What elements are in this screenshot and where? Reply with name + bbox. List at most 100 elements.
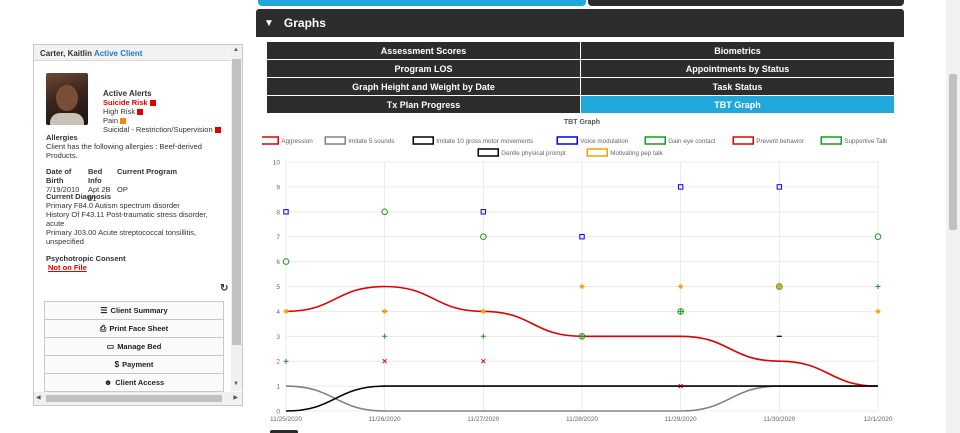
active-alerts: Active Alerts Suicide Risk High Risk Pain S… xyxy=(103,89,221,134)
legend-swatch-0 xyxy=(262,136,279,145)
program-label: Current Program xyxy=(117,167,178,176)
diagnosis-section: Current Diagnosis Primary F84.0 Autism s… xyxy=(46,192,226,246)
page-scroll-thumb[interactable] xyxy=(949,74,957,230)
client-panel-hscroll-thumb[interactable] xyxy=(46,395,222,402)
alert-flag-icon xyxy=(120,118,127,125)
tab-biometrics[interactable]: Biometrics xyxy=(581,42,894,59)
tbt-graph-chart: TBT Graph Aggression Imitate 5 sounds Imita… xyxy=(262,119,893,423)
tab-graph-height-and-weight-by-date[interactable]: Graph Height and Weight by Date xyxy=(267,78,580,95)
client-panel-body: Active Alerts Suicide Risk High Risk Pain S… xyxy=(34,61,232,392)
scroll-down-icon[interactable]: ▼ xyxy=(233,381,239,387)
bed-icon: ▭ xyxy=(106,342,115,351)
allergies-text: Client has the following allergies : Bee… xyxy=(46,142,202,160)
client-name: Carter, Kaitlin xyxy=(40,49,93,58)
client-panel-hscrollbar[interactable]: ◀ ▶ xyxy=(34,392,242,405)
legend-swatch-7 xyxy=(477,148,499,157)
scroll-right-icon[interactable]: ▶ xyxy=(233,394,238,401)
y-tick-label-9: 9 xyxy=(276,184,280,191)
legend-label-4: Gain eye contact xyxy=(668,138,716,145)
legend-swatch-4 xyxy=(644,136,666,145)
alert-text: Suicide Risk xyxy=(103,98,148,107)
graphs-panel-header[interactable]: ▼ Graphs xyxy=(256,9,904,37)
scroll-up-icon[interactable]: ▲ xyxy=(233,47,239,53)
refresh-icon[interactable]: ↻ xyxy=(220,283,228,294)
consent-section: Psychotropic Consent Not on File xyxy=(46,254,226,272)
chevron-down-icon: ▼ xyxy=(264,17,274,29)
legend-swatch-1 xyxy=(324,136,346,145)
client-actions: ☰ Client Summary ⎙ Print Face Sheet ▭ Manage … xyxy=(44,301,224,392)
action-label: Client Summary xyxy=(110,306,168,315)
x-tick-label-3: 11/28/2020 xyxy=(566,416,598,423)
alert-item: High Risk xyxy=(103,107,221,116)
action-label: Payment xyxy=(122,360,154,369)
series-6-point-1 xyxy=(382,333,388,339)
dob-label: Date of Birth xyxy=(46,167,72,185)
legend-label-5: Prevent behavior xyxy=(756,138,804,145)
x-tick-label-0: 11/25/2020 xyxy=(270,416,302,423)
tab-appointments-by-status[interactable]: Appointments by Status xyxy=(581,60,894,77)
alert-text: High Risk xyxy=(103,107,136,116)
client-status-link[interactable]: Active Client xyxy=(94,49,142,58)
bed-label: Bed Info xyxy=(88,167,103,185)
tab-task-status[interactable]: Task Status xyxy=(581,78,894,95)
tab-tbt-graph[interactable]: TBT Graph xyxy=(581,96,894,113)
top-tab-fragment-dark[interactable] xyxy=(588,0,904,6)
legend-label-2: Imitate 10 gross motor movements xyxy=(436,138,533,145)
x-tick-label-6: 12/1/2020 xyxy=(864,416,893,423)
series-8-point-6 xyxy=(875,308,881,314)
top-tab-fragment-blue[interactable] xyxy=(258,0,586,6)
y-tick-label-4: 4 xyxy=(276,309,280,316)
y-tick-label-10: 10 xyxy=(273,160,281,167)
tab-assessment-scores[interactable]: Assessment Scores xyxy=(267,42,580,59)
series-6-point-2 xyxy=(480,333,486,339)
diagnosis-item: Primary J03.00 Acute streptococcal tonsi… xyxy=(46,228,197,246)
consent-not-on-file-link[interactable]: Not on File xyxy=(48,263,87,272)
diagnosis-item: History Of F43.11 Post-traumatic stress … xyxy=(46,210,208,228)
series-8-point-2 xyxy=(480,308,486,314)
print-icon: ⎙ xyxy=(99,323,107,333)
client-access-button[interactable]: ☻ Client Access xyxy=(44,373,224,392)
user-key-icon: ☻ xyxy=(103,378,113,387)
y-tick-label-1: 1 xyxy=(276,384,280,391)
client-photo xyxy=(46,73,88,125)
allergies-label: Allergies xyxy=(46,133,78,142)
series-6-point-0 xyxy=(283,358,289,364)
legend-swatch-3 xyxy=(556,136,578,145)
manage-bed-button[interactable]: ▭ Manage Bed xyxy=(44,337,224,356)
y-tick-label-6: 6 xyxy=(276,259,280,266)
page-scrollbar[interactable] xyxy=(946,0,960,433)
action-label: Client Access xyxy=(115,378,165,387)
series-8-point-0 xyxy=(283,308,289,314)
client-summary-button[interactable]: ☰ Client Summary xyxy=(44,301,224,320)
alert-item: Suicide Risk xyxy=(103,98,221,107)
tab-tx-plan-progress[interactable]: Tx Plan Progress xyxy=(267,96,580,113)
client-panel-vscroll-thumb[interactable] xyxy=(232,59,241,345)
tab-program-los[interactable]: Program LOS xyxy=(267,60,580,77)
action-label: Manage Bed xyxy=(117,342,162,351)
list-icon: ☰ xyxy=(100,306,108,315)
legend-label-8: Motivating pep talk xyxy=(610,150,663,157)
chart-title: TBT Graph xyxy=(564,119,600,126)
series-8-point-3 xyxy=(579,284,585,289)
page: ▼ Graphs Assessment Scores Biometrics Prog… xyxy=(0,0,960,433)
x-tick-label-1: 11/26/2020 xyxy=(369,416,401,423)
x-tick-label-4: 11/29/2020 xyxy=(665,416,697,423)
graph-tabs: Assessment Scores Biometrics Program LOS Ap… xyxy=(267,42,894,113)
client-panel-vscrollbar[interactable]: ▲ ▼ xyxy=(231,45,242,391)
legend-label-3: Voice modulation xyxy=(580,138,628,145)
legend-label-6: Supportive Talk xyxy=(844,138,888,145)
legend-swatch-5 xyxy=(732,136,754,145)
y-tick-label-3: 3 xyxy=(276,334,280,341)
y-tick-label-5: 5 xyxy=(276,284,280,291)
legend-swatch-6 xyxy=(820,136,842,145)
y-tick-label-8: 8 xyxy=(276,209,280,216)
alert-item: Pain xyxy=(103,116,221,125)
scroll-left-icon[interactable]: ◀ xyxy=(36,394,41,401)
y-tick-label-7: 7 xyxy=(276,234,280,241)
legend-label-0: Aggression xyxy=(281,138,313,145)
print-face-sheet-button[interactable]: ⎙ Print Face Sheet xyxy=(44,319,224,338)
active-alerts-title: Active Alerts xyxy=(103,89,152,98)
payment-button[interactable]: $ Payment xyxy=(44,355,224,374)
diagnosis-label: Current Diagnosis xyxy=(46,192,112,201)
diagnosis-item: Primary F84.0 Autism spectrum disorder xyxy=(46,201,180,210)
